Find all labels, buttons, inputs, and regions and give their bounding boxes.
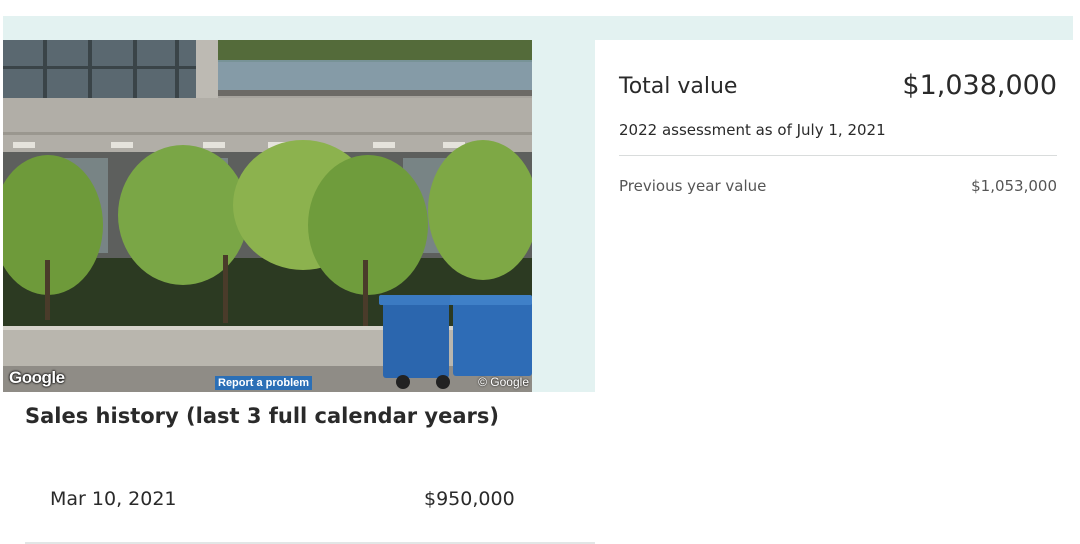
copyright-text: © Google (478, 375, 529, 389)
previous-year-amount: $1,053,000 (971, 177, 1057, 195)
sales-history-title: Sales history (last 3 full calendar year… (25, 404, 499, 428)
total-value-amount: $1,038,000 (902, 70, 1057, 101)
previous-year-label: Previous year value (619, 177, 767, 195)
google-logo: Google (9, 368, 65, 387)
sale-price: $950,000 (424, 488, 515, 510)
report-problem-link[interactable]: Report a problem (215, 376, 313, 390)
assessment-date-note: 2022 assessment as of July 1, 2021 (619, 121, 886, 139)
street-view-photo[interactable]: Google Report a problem © Google (3, 40, 532, 392)
divider (619, 155, 1057, 156)
top-band (3, 16, 1073, 40)
sale-row: Mar 10, 2021 $950,000 (25, 470, 595, 544)
sale-date: Mar 10, 2021 (50, 488, 177, 510)
street-view-image (3, 40, 532, 392)
total-value-row: Total value $1,038,000 (619, 70, 1057, 110)
total-value-label: Total value (619, 74, 738, 99)
